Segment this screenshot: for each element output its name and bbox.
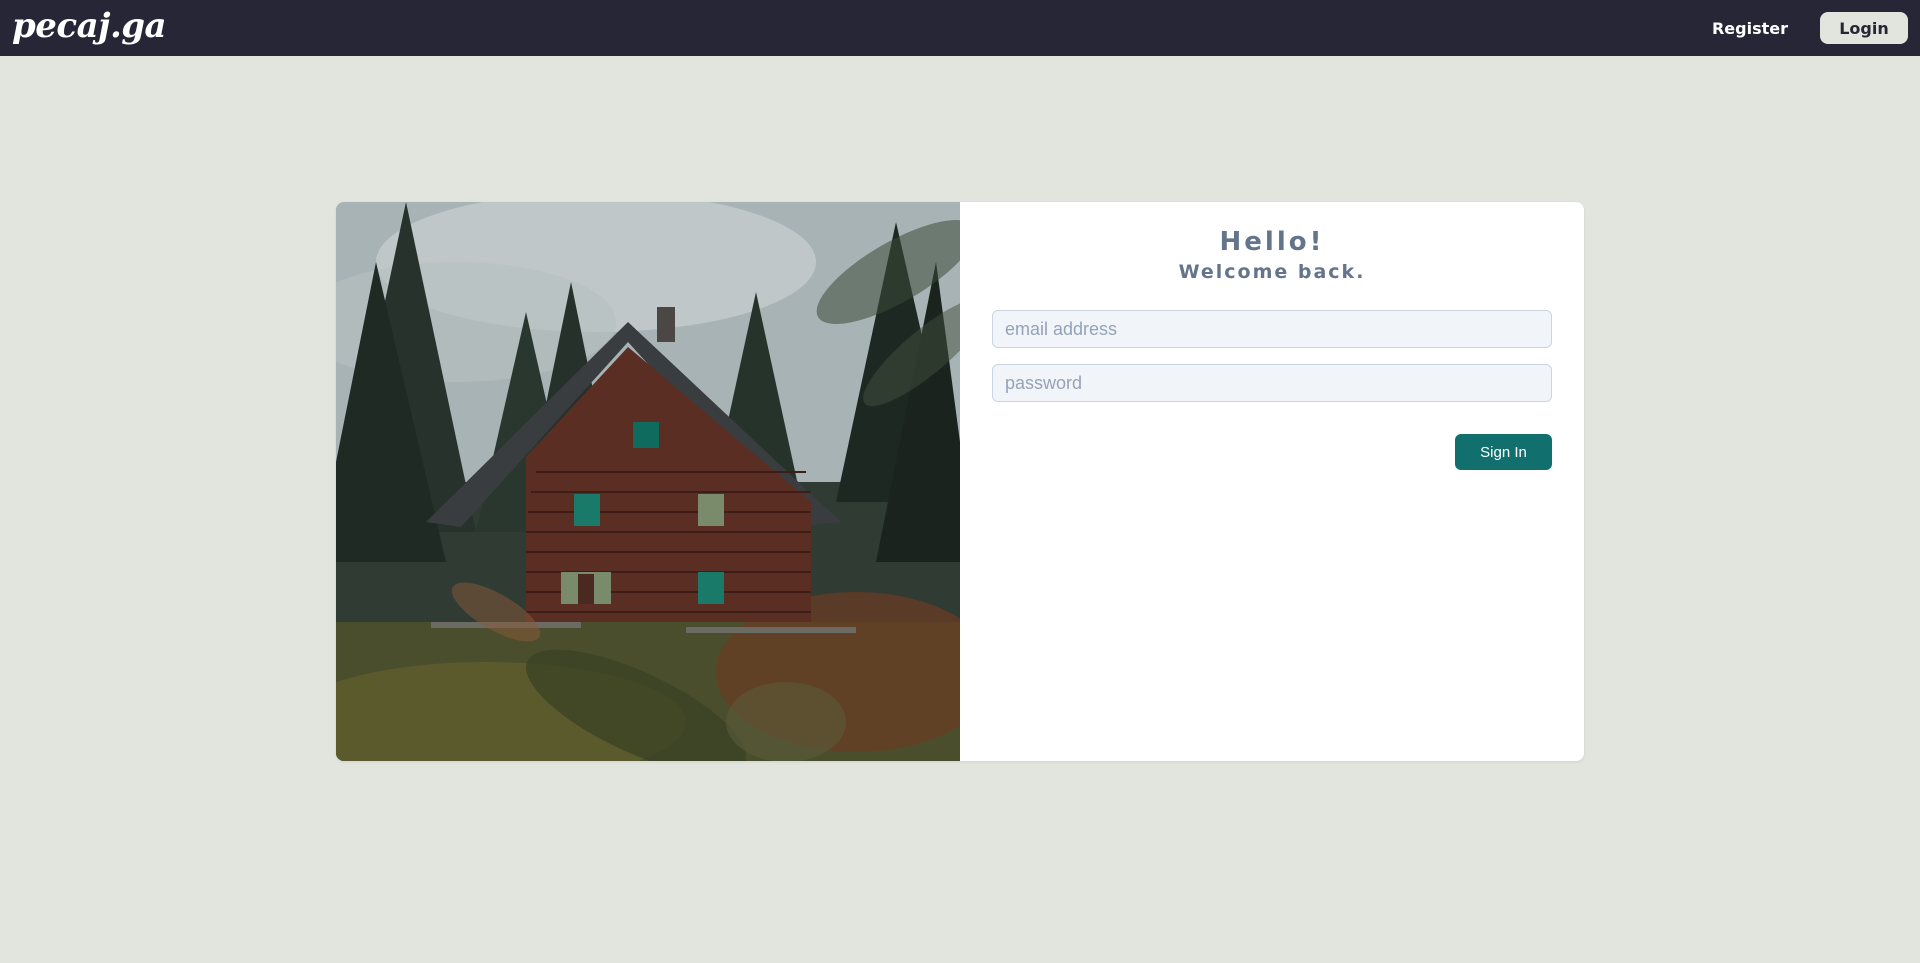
top-navbar: pecaj.ga Register Login — [0, 0, 1920, 56]
welcome-subtitle: Welcome back. — [1178, 261, 1366, 283]
login-card: Hello! Welcome back. Sign In — [336, 202, 1584, 761]
nav-actions: Register Login — [1696, 11, 1908, 46]
register-link[interactable]: Register — [1696, 11, 1804, 46]
login-form: Hello! Welcome back. Sign In — [960, 202, 1584, 761]
greeting-heading: Hello! — [1219, 227, 1325, 257]
brand-logo[interactable]: pecaj.ga — [12, 9, 167, 43]
cabin-illustration — [336, 202, 960, 761]
cabin-photo — [336, 202, 960, 761]
email-field[interactable] — [992, 310, 1552, 348]
sign-in-button[interactable]: Sign In — [1455, 434, 1552, 470]
password-field[interactable] — [992, 364, 1552, 402]
login-button[interactable]: Login — [1820, 12, 1908, 44]
